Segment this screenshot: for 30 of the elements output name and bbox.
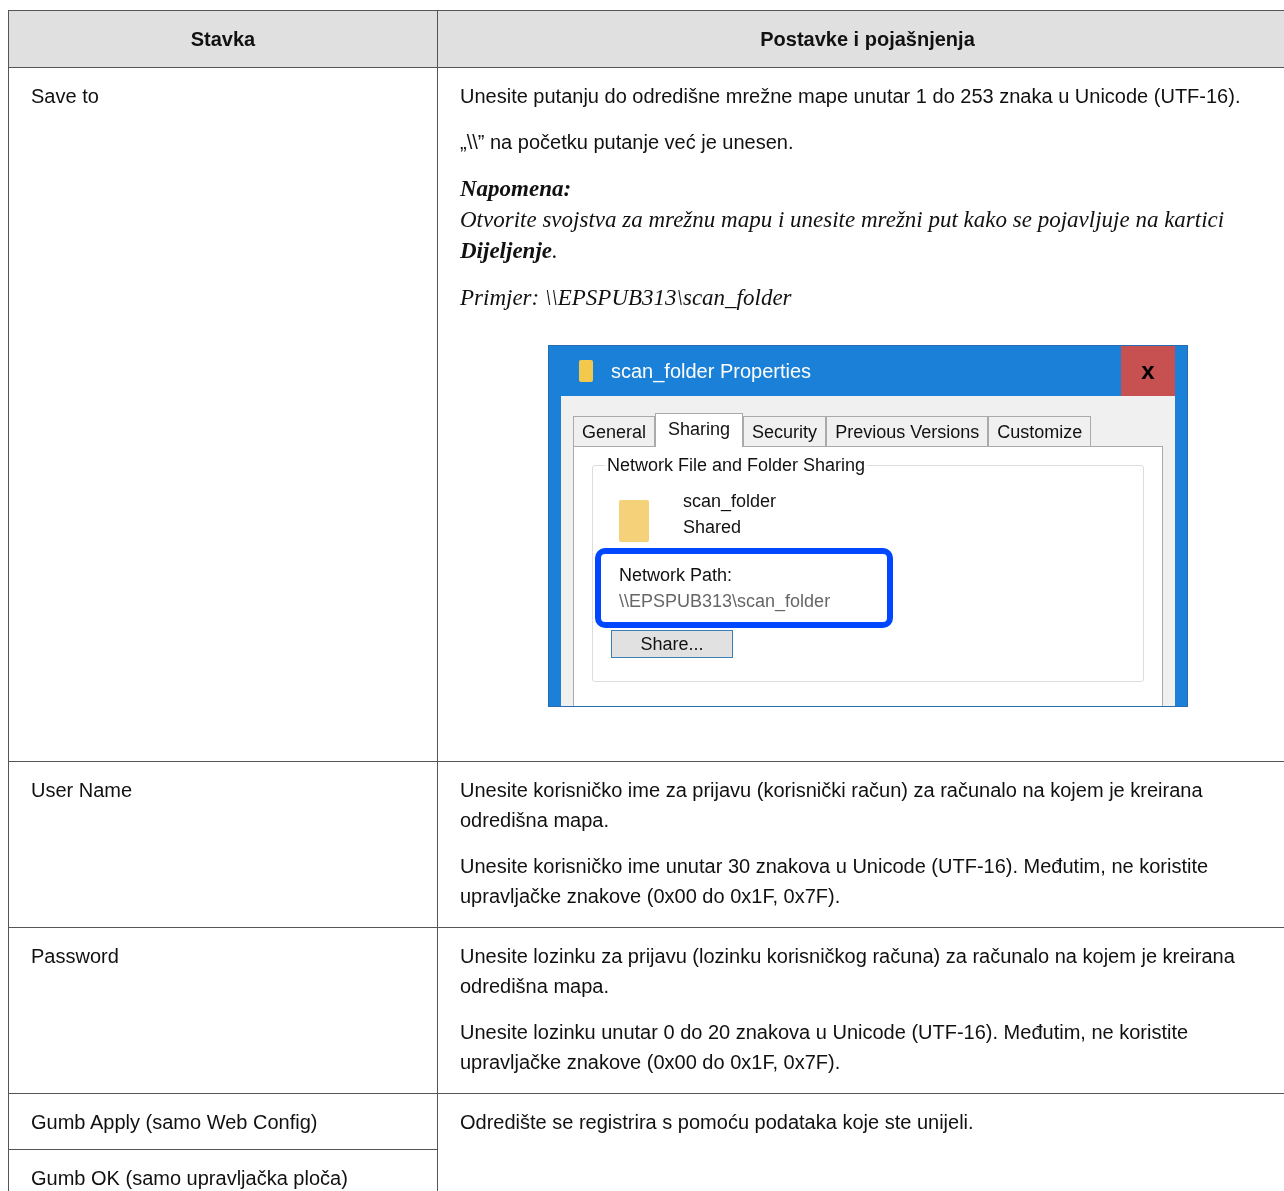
- paragraph: Unesite lozinku za prijavu (lozinku korisničkog računa) za računalo na kojem je kreirana odredišna mapa.: [460, 944, 1236, 999]
- tab[interactable]: Security: [743, 416, 827, 446]
- note-text: Otvorite svojstva za mrežnu mapu i unesite mrežni put kako se pojavljuje na kartici Dijeljenje.: [460, 206, 1226, 265]
- column-header: Postavke i pojašnjenja: [437, 10, 1284, 68]
- share-button[interactable]: Share...: [611, 630, 733, 658]
- paragraph: „\\” na početku putanje već je unesen.: [460, 130, 795, 155]
- dialog-title: scan_folder Properties: [611, 359, 812, 385]
- folder-status: Shared: [683, 516, 743, 539]
- paragraph: Unesite korisničko ime unutar 30 znakova u Unicode (UTF-16). Međutim, ne koristite upravljačke znakove (0x00 do 0x1F, 0x7F).: [460, 854, 1210, 909]
- table-cell: User Name: [8, 761, 438, 928]
- close-button[interactable]: x: [1121, 346, 1175, 396]
- note-title: Napomena:: [460, 175, 573, 203]
- table-cell: Save to: [8, 67, 438, 762]
- tab[interactable]: General: [573, 416, 656, 446]
- folder-icon: [579, 360, 593, 382]
- column-header: Stavka: [8, 10, 438, 68]
- table-cell: Password: [8, 927, 438, 1094]
- paragraph: Odredište se registrira s pomoću podataka koje ste unijeli.: [460, 1110, 975, 1135]
- path-value: \\EPSPUB313\scan_folder: [619, 590, 832, 614]
- paragraph: Unesite putanju do odredišne mrežne mape unutar 1 do 253 znaka u Unicode (UTF-16).: [460, 84, 1242, 109]
- tab[interactable]: Sharing: [655, 413, 744, 447]
- path-label: Network Path:: [619, 564, 734, 587]
- tab[interactable]: Previous Versions: [826, 416, 989, 446]
- folder-icon: [619, 500, 649, 542]
- tab[interactable]: Customize: [988, 416, 1092, 446]
- table-cell: Gumb Apply (samo Web Config): [8, 1093, 438, 1150]
- folder-name: scan_folder: [683, 490, 777, 514]
- example-text: Primjer: \\EPSPUB313\scan_folder: [460, 284, 793, 312]
- paragraph: Unesite korisničko ime za prijavu (korisnički račun) za računalo na kojem je kreirana odredišna mapa.: [460, 778, 1204, 833]
- paragraph: Unesite lozinku unutar 0 do 20 znakova u Unicode (UTF-16). Međutim, ne koristite upravljačke znakove (0x00 do 0x1F, 0x7F).: [460, 1020, 1190, 1075]
